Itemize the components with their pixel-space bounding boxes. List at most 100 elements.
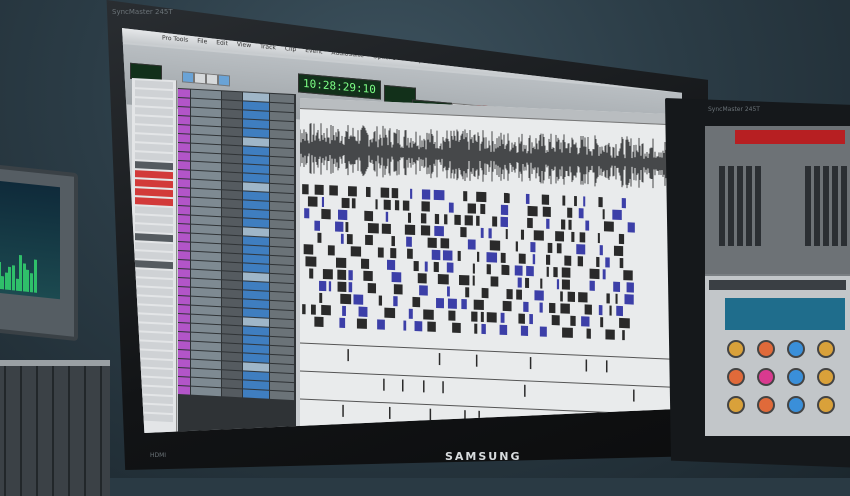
audio-clip[interactable] bbox=[337, 209, 348, 221]
audio-clip[interactable] bbox=[584, 304, 592, 315]
audio-clip[interactable] bbox=[518, 253, 526, 264]
audio-clip[interactable] bbox=[457, 250, 461, 262]
audio-clip[interactable] bbox=[410, 188, 413, 199]
clip-list-entry[interactable] bbox=[135, 314, 173, 324]
audio-clip[interactable] bbox=[570, 315, 576, 327]
audio-clip[interactable] bbox=[489, 240, 501, 251]
audio-clip[interactable] bbox=[480, 203, 486, 215]
eq-knob[interactable] bbox=[757, 396, 775, 414]
audio-clip[interactable] bbox=[500, 312, 505, 323]
eq-knob[interactable] bbox=[727, 340, 745, 358]
audio-clip[interactable] bbox=[421, 189, 431, 200]
audio-clip[interactable] bbox=[402, 379, 404, 392]
audio-clip[interactable] bbox=[356, 318, 367, 329]
audio-clip[interactable] bbox=[474, 323, 478, 334]
eq-knob[interactable] bbox=[787, 396, 805, 414]
audio-clip[interactable] bbox=[302, 304, 306, 315]
audio-clip[interactable] bbox=[309, 268, 314, 279]
clip-list-entry[interactable] bbox=[135, 170, 173, 180]
audio-clip[interactable] bbox=[598, 305, 603, 316]
audio-clip[interactable] bbox=[420, 225, 431, 236]
audio-clip[interactable] bbox=[446, 262, 454, 273]
audio-clip[interactable] bbox=[598, 197, 603, 208]
tool-button[interactable] bbox=[206, 73, 218, 86]
audio-clip[interactable] bbox=[391, 271, 402, 283]
audio-clip[interactable] bbox=[568, 219, 572, 230]
audio-clip[interactable] bbox=[461, 299, 467, 310]
audio-clip[interactable] bbox=[581, 316, 590, 327]
audio-clip[interactable] bbox=[556, 243, 562, 254]
audio-clip[interactable] bbox=[619, 317, 630, 329]
audio-clip[interactable] bbox=[518, 313, 525, 324]
audio-clip[interactable] bbox=[481, 287, 489, 299]
tool-button[interactable] bbox=[194, 72, 206, 85]
audio-clip[interactable] bbox=[578, 292, 588, 303]
audio-clip[interactable] bbox=[342, 404, 344, 417]
audio-clip[interactable] bbox=[358, 306, 368, 317]
audio-clip[interactable] bbox=[524, 384, 526, 397]
audio-clip[interactable] bbox=[467, 239, 476, 250]
audio-clip[interactable] bbox=[547, 242, 553, 254]
audio-clip[interactable] bbox=[367, 282, 377, 294]
audio-clip[interactable] bbox=[433, 189, 445, 201]
audio-clip[interactable] bbox=[423, 380, 425, 393]
audio-clip[interactable] bbox=[560, 291, 563, 302]
audio-clip[interactable] bbox=[347, 349, 349, 362]
audio-clip[interactable] bbox=[335, 257, 347, 269]
clip-list-entry[interactable] bbox=[135, 80, 173, 90]
audio-clip[interactable] bbox=[465, 287, 470, 298]
audio-clip[interactable] bbox=[486, 264, 491, 275]
audio-clip[interactable] bbox=[383, 199, 391, 210]
audio-clip[interactable] bbox=[391, 188, 399, 199]
audio-clip[interactable] bbox=[377, 319, 385, 330]
audio-clip[interactable] bbox=[561, 219, 566, 230]
audio-clip[interactable] bbox=[532, 254, 536, 265]
audio-clip[interactable] bbox=[515, 241, 518, 252]
audio-clip[interactable] bbox=[335, 221, 344, 232]
audio-clip[interactable] bbox=[345, 221, 349, 233]
audio-clip[interactable] bbox=[606, 293, 610, 304]
audio-clip[interactable] bbox=[585, 359, 588, 372]
audio-clip[interactable] bbox=[346, 234, 353, 245]
audio-clip[interactable] bbox=[417, 273, 427, 284]
audio-clip[interactable] bbox=[541, 194, 550, 205]
audio-clip[interactable] bbox=[517, 277, 522, 288]
audio-clip[interactable] bbox=[579, 232, 586, 243]
audio-clip[interactable] bbox=[434, 225, 444, 237]
audio-clip[interactable] bbox=[402, 200, 410, 211]
audio-clip[interactable] bbox=[475, 354, 478, 367]
audio-clip[interactable] bbox=[363, 270, 373, 282]
audio-clip[interactable] bbox=[599, 245, 603, 256]
audio-clip[interactable] bbox=[353, 294, 364, 305]
audio-clip[interactable] bbox=[589, 280, 595, 291]
audio-clip[interactable] bbox=[562, 327, 573, 338]
audio-clip[interactable] bbox=[384, 307, 396, 319]
audio-clip[interactable] bbox=[556, 279, 560, 290]
audio-clip[interactable] bbox=[367, 222, 379, 234]
audio-clip[interactable] bbox=[514, 265, 523, 276]
audio-clip[interactable] bbox=[585, 220, 590, 231]
audio-clip[interactable] bbox=[307, 196, 318, 207]
audio-clip[interactable] bbox=[612, 209, 622, 221]
audio-clip[interactable] bbox=[561, 267, 571, 278]
audio-clip[interactable] bbox=[546, 254, 551, 265]
clip-list-entry[interactable] bbox=[135, 206, 173, 216]
clip-list-entry[interactable] bbox=[135, 197, 173, 207]
audio-clip[interactable] bbox=[423, 309, 434, 320]
audio-clip[interactable] bbox=[626, 282, 634, 293]
audio-clip[interactable] bbox=[341, 197, 350, 209]
audio-clip[interactable] bbox=[444, 214, 448, 225]
clip-list-entry[interactable] bbox=[135, 116, 173, 126]
audio-clip[interactable] bbox=[321, 196, 325, 208]
audio-clip[interactable] bbox=[574, 195, 577, 207]
audio-clip[interactable] bbox=[314, 220, 320, 231]
clip-list-entry[interactable] bbox=[135, 125, 173, 135]
audio-clip[interactable] bbox=[583, 196, 586, 207]
audio-clip[interactable] bbox=[412, 296, 421, 308]
audio-clip[interactable] bbox=[618, 233, 625, 245]
clip-list-entry[interactable] bbox=[135, 179, 173, 189]
audio-clip[interactable] bbox=[542, 206, 551, 217]
audio-clip[interactable] bbox=[549, 302, 556, 314]
audio-clip[interactable] bbox=[459, 274, 470, 286]
eq-knob[interactable] bbox=[817, 340, 835, 358]
